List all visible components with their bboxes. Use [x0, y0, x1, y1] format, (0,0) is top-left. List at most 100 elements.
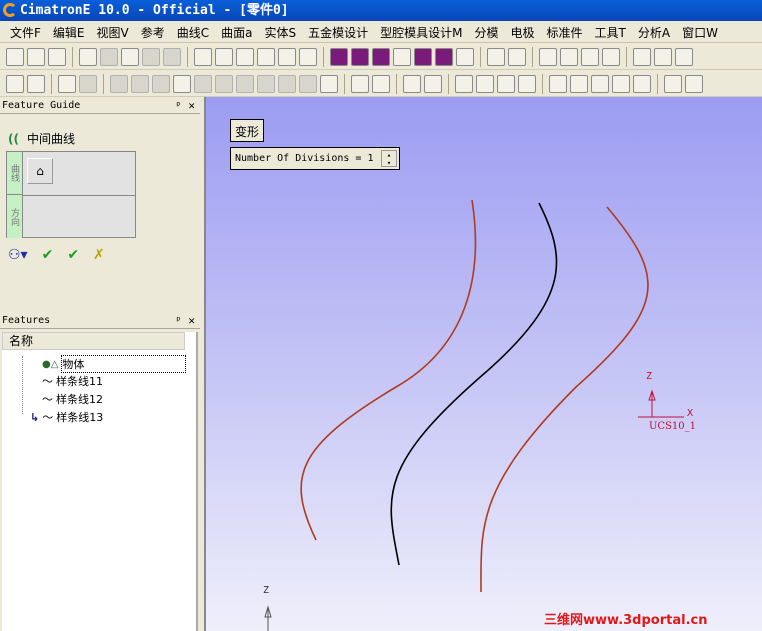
sketch-icon[interactable] — [403, 74, 421, 93]
hidden-icon[interactable] — [560, 47, 578, 66]
cut-icon[interactable] — [633, 74, 651, 93]
funnel-icon[interactable] — [372, 74, 390, 93]
tree-item-body[interactable]: ●△ 物体 — [42, 355, 187, 373]
left-view-icon[interactable] — [393, 47, 411, 66]
pick2-icon[interactable] — [79, 74, 97, 93]
point-icon[interactable] — [455, 74, 473, 93]
pin-icon[interactable]: ᵖ — [175, 314, 182, 327]
tool2-icon[interactable] — [163, 47, 181, 66]
feature-guide-title: Feature Guide — [2, 100, 81, 111]
pan-icon[interactable] — [278, 47, 296, 66]
cancel-icon[interactable]: ✗ — [93, 247, 105, 263]
new-icon[interactable] — [6, 47, 24, 66]
split-icon[interactable] — [612, 74, 630, 93]
mid-curve-icon[interactable] — [173, 74, 191, 93]
tree-item-spline[interactable]: 〜样条线12 — [42, 391, 103, 407]
step-tab-direction[interactable]: 方向 — [7, 195, 23, 238]
select-icon[interactable] — [6, 74, 24, 93]
iso-view-icon[interactable] — [330, 47, 348, 66]
filter2-icon[interactable] — [131, 74, 149, 93]
watermark: 三维网www.3dportal.cn — [544, 613, 708, 628]
view2-icon[interactable] — [508, 47, 526, 66]
save-icon[interactable] — [48, 47, 66, 66]
list-icon[interactable] — [320, 74, 338, 93]
origin-z-label: Z — [263, 585, 270, 596]
menu-item[interactable]: 分析A — [638, 24, 670, 41]
trim-icon[interactable] — [570, 74, 588, 93]
column-header-name[interactable]: 名称 — [2, 332, 185, 350]
open-icon[interactable] — [27, 47, 45, 66]
deselect-icon[interactable] — [27, 74, 45, 93]
filter8-icon[interactable] — [257, 74, 275, 93]
apply-continue-icon[interactable]: ✔ — [67, 247, 79, 263]
fillet-icon[interactable] — [549, 74, 567, 93]
menu-item[interactable]: 文件F — [10, 24, 41, 41]
glasses-icon[interactable] — [121, 47, 139, 66]
zoom-window-icon[interactable] — [215, 47, 233, 66]
back-view-icon[interactable] — [372, 47, 390, 66]
filter7-icon[interactable] — [236, 74, 254, 93]
filter5-icon[interactable] — [194, 74, 212, 93]
menu-item[interactable]: 视图V — [97, 24, 129, 41]
menu-item[interactable]: 标准件 — [547, 24, 583, 41]
bottom-view-icon[interactable] — [456, 47, 474, 66]
zoom-all-icon[interactable] — [194, 47, 212, 66]
menu-item[interactable]: 曲面a — [221, 24, 252, 41]
tool-icon[interactable] — [142, 47, 160, 66]
filter3-icon[interactable] — [152, 74, 170, 93]
section-icon[interactable] — [602, 47, 620, 66]
zoom-icon[interactable] — [257, 47, 275, 66]
filter10-icon[interactable] — [299, 74, 317, 93]
filter1-icon[interactable] — [110, 74, 128, 93]
pick-curve-button[interactable]: ⌂ — [27, 158, 53, 184]
spline-icon[interactable] — [497, 74, 515, 93]
preview-icon[interactable]: ⚇▾ — [8, 247, 28, 263]
menu-item[interactable]: 分模 — [474, 24, 498, 41]
features-title: Features — [2, 315, 51, 326]
toolbar-curves — [0, 71, 762, 97]
menu-item[interactable]: 电极 — [511, 24, 535, 41]
zoom-dynamic-icon[interactable] — [236, 47, 254, 66]
pick-icon[interactable] — [58, 74, 76, 93]
filter9-icon[interactable] — [278, 74, 296, 93]
menu-item[interactable]: 窗口W — [682, 24, 718, 41]
right-view-icon[interactable] — [414, 47, 432, 66]
toolbar-standard — [0, 44, 762, 70]
light-on-icon[interactable] — [654, 47, 672, 66]
ucs-icon[interactable] — [351, 74, 369, 93]
apply-icon[interactable]: ✔ — [42, 247, 54, 263]
composite-icon[interactable] — [424, 74, 442, 93]
menu-item[interactable]: 五金模设计 — [308, 24, 368, 41]
menu-item[interactable]: 参考 — [141, 24, 165, 41]
wireframe-icon[interactable] — [539, 47, 557, 66]
front-view-icon[interactable] — [351, 47, 369, 66]
light-off-icon[interactable] — [633, 47, 651, 66]
close-button[interactable]: ✕ — [188, 314, 195, 327]
circle-icon[interactable] — [518, 74, 536, 93]
pin-icon[interactable]: ᵖ — [175, 99, 182, 112]
close-button[interactable]: ✕ — [188, 99, 195, 112]
tree-item-spline[interactable]: ↳ 〜样条线13 — [30, 409, 103, 425]
menu-item[interactable]: 曲线C — [177, 24, 209, 41]
view-icon[interactable] — [487, 47, 505, 66]
extend-icon[interactable] — [591, 74, 609, 93]
rotate-icon[interactable] — [299, 47, 317, 66]
menu-item[interactable]: 工具T — [595, 24, 626, 41]
menu-item[interactable]: 型腔模具设计M — [380, 24, 462, 41]
redo-icon[interactable] — [100, 47, 118, 66]
graphics-viewport[interactable]: 变形 Number Of Divisions = 1 ▴ ▾ Z X UCS10_1… — [204, 97, 762, 631]
shaded-icon[interactable] — [581, 47, 599, 66]
surface-icon[interactable] — [664, 74, 682, 93]
step-tab-curves[interactable]: 曲线 — [7, 152, 23, 195]
filter6-icon[interactable] — [215, 74, 233, 93]
spline-curve-11 — [300, 199, 477, 541]
cylinder-icon[interactable] — [685, 74, 703, 93]
menu-item[interactable]: 编辑E — [53, 24, 85, 41]
spline-icon: 〜 — [42, 393, 53, 406]
tree-item-spline[interactable]: 〜样条线11 — [42, 373, 103, 389]
menu-item[interactable]: 实体S — [264, 24, 296, 41]
top-view-icon[interactable] — [435, 47, 453, 66]
undo-icon[interactable] — [79, 47, 97, 66]
light-pick-icon[interactable] — [675, 47, 693, 66]
line-icon[interactable] — [476, 74, 494, 93]
